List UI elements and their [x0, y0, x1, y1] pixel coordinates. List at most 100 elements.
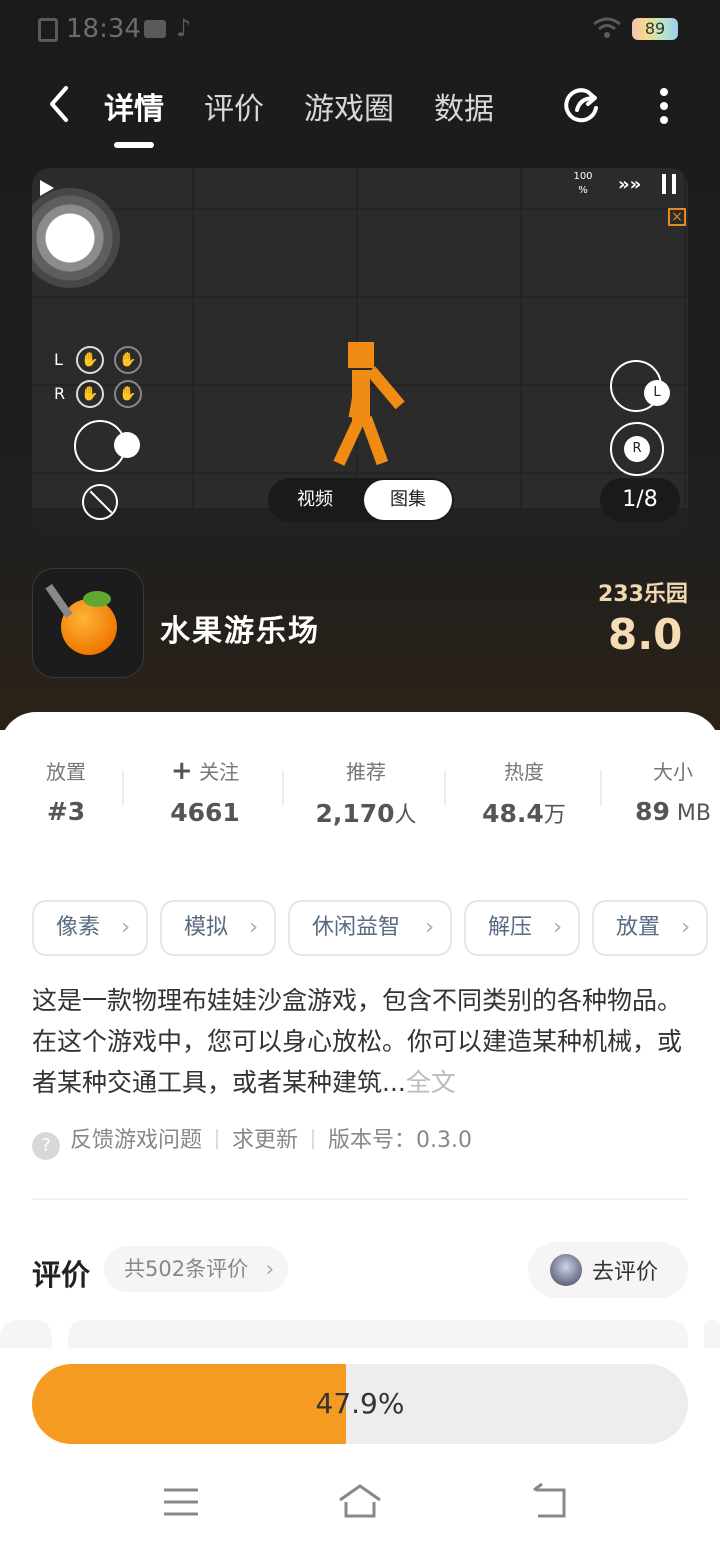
tag-label: 休闲益智 — [312, 915, 401, 940]
status-time: 18:34 — [66, 14, 141, 44]
meta-row: ? 反馈游戏问题 求更新 版本号：0.3.0 — [32, 1122, 472, 1160]
stat-unit: 人 — [394, 803, 417, 828]
tag-chip[interactable]: 休闲益智 › — [288, 900, 452, 956]
reviews-count: 共502条评价 — [124, 1257, 249, 1281]
right-hand-label: R — [54, 384, 66, 403]
stat-label: 推荐 — [346, 760, 386, 784]
tag-label: 解压 — [488, 915, 533, 940]
media-type-switch[interactable]: 视频 图集 — [268, 478, 454, 522]
hide-controls-icon — [82, 484, 118, 520]
stat-value: 2,170 — [315, 799, 395, 828]
return-icon[interactable] — [530, 1480, 570, 1524]
stat-label: 热度 — [504, 760, 544, 784]
pause-icon — [662, 174, 676, 194]
tab-data[interactable]: 数据 — [434, 84, 494, 128]
aim-joystick-knob — [114, 432, 140, 458]
knife-icon — [45, 583, 73, 619]
orange-icon — [61, 599, 117, 655]
version-text: 版本号：0.3.0 — [328, 1128, 473, 1153]
close-game-icon: × — [668, 208, 686, 226]
top-navbar: 详情 评价 游戏圈 数据 — [0, 70, 720, 150]
description-text: 这是一款物理布娃娃沙盒游戏，包含不同类别的各种物品。在这个游戏中，您可以身心放松… — [32, 986, 683, 1097]
hand-icon: ✋ — [76, 346, 104, 374]
game-description: 这是一款物理布娃娃沙盒游戏，包含不同类别的各种物品。在这个游戏中，您可以身心放松… — [32, 980, 688, 1103]
stat-recommend: 推荐 2,170人 — [306, 756, 426, 829]
reviews-count-button[interactable]: 共502条评价 › — [104, 1246, 289, 1292]
ragdoll-figure — [333, 338, 432, 498]
stat-unit: 万 — [543, 803, 566, 828]
progress-label: 47.9% — [315, 1387, 405, 1420]
header-area: 18:34 ♪ 89 详情 评价 游戏圈 数据 100 % »» × L R ✋… — [0, 0, 720, 730]
tag-chip[interactable]: 放置 › — [592, 900, 708, 956]
download-progress-button[interactable]: 47.9% — [32, 1364, 688, 1444]
follow-label-row[interactable]: + 关注 — [150, 756, 260, 786]
reviews-title: 评价 — [32, 1258, 91, 1292]
read-more-link[interactable]: 全文 — [406, 1068, 456, 1097]
tag-chip[interactable]: 解压 › — [464, 900, 580, 956]
tag-chip[interactable]: 像素 › — [32, 900, 148, 956]
hand-icon: ✋ — [114, 346, 142, 374]
gallery-tab[interactable]: 图集 — [364, 480, 452, 520]
stat-value: 4661 — [170, 798, 240, 827]
tag-chip[interactable]: 模拟 › — [160, 900, 276, 956]
back-icon[interactable] — [40, 84, 80, 124]
stat-label: 大小 — [653, 760, 693, 784]
hand-icon: ✋ — [114, 380, 142, 408]
chevron-right-icon: › — [249, 915, 258, 940]
stat-label: 关注 — [199, 760, 240, 784]
divider — [312, 1129, 315, 1149]
chevron-right-icon: › — [121, 915, 130, 940]
section-divider — [32, 1198, 688, 1200]
divider — [282, 770, 284, 806]
write-review-label: 去评价 — [592, 1260, 659, 1285]
speed-indicator: 100 % — [573, 171, 593, 196]
media-gallery[interactable]: 100 % »» × L R ✋ ✋ ✋ ✋ L R 视频 图集 1/8 — [32, 168, 688, 536]
stat-heat: 热度 48.4万 — [466, 756, 582, 829]
tab-reviews[interactable]: 评价 — [204, 84, 264, 128]
divider — [600, 770, 602, 806]
camera-icon — [144, 20, 166, 38]
stat-label: 放置 — [46, 760, 86, 784]
battery-indicator: 89 — [632, 18, 678, 40]
stat-follow[interactable]: + 关注 4661 — [150, 756, 260, 827]
divider — [216, 1129, 219, 1149]
request-update-link[interactable]: 求更新 — [232, 1128, 298, 1153]
leaf-icon — [83, 591, 111, 607]
left-stick-label: L — [644, 380, 670, 406]
stat-value: #3 — [46, 797, 86, 826]
plus-icon: + — [170, 756, 193, 786]
right-stick-label: R — [624, 436, 650, 462]
tab-details[interactable]: 详情 — [104, 84, 164, 128]
left-hand-label: L — [54, 350, 63, 369]
question-icon: ? — [32, 1132, 60, 1160]
chevron-right-icon: › — [425, 915, 434, 940]
divider — [122, 770, 124, 806]
status-bar: 18:34 ♪ 89 — [0, 0, 720, 60]
stat-size: 大小 89 MB — [626, 756, 720, 826]
feedback-link[interactable]: 反馈游戏问题 — [70, 1128, 202, 1153]
tab-game-circle[interactable]: 游戏圈 — [304, 84, 394, 128]
fast-forward-icon: »» — [618, 174, 642, 195]
tag-label: 模拟 — [184, 915, 229, 940]
write-review-button[interactable]: 去评价 — [528, 1242, 688, 1298]
tag-label: 像素 — [56, 915, 101, 940]
wifi-icon — [593, 17, 621, 38]
share-icon[interactable] — [562, 84, 604, 126]
avatar — [550, 1254, 582, 1286]
chevron-right-icon: › — [553, 915, 562, 940]
home-icon[interactable] — [336, 1480, 384, 1524]
stat-value: 48.4 — [482, 799, 544, 828]
stat-value: 89 — [635, 797, 670, 826]
more-menu-icon[interactable] — [652, 84, 676, 128]
stat-unit: MB — [669, 801, 711, 826]
menu-icon[interactable] — [162, 1480, 200, 1524]
notification-icon — [38, 18, 58, 42]
hand-icon: ✋ — [76, 380, 104, 408]
stat-rank: 放置 #3 — [28, 756, 104, 826]
chevron-right-icon: › — [265, 1257, 275, 1281]
game-title: 水果游乐场 — [160, 614, 320, 649]
video-tab[interactable]: 视频 — [270, 478, 360, 522]
divider — [444, 770, 446, 806]
brand-logo: 233乐园 — [598, 582, 688, 607]
game-icon — [32, 568, 144, 678]
